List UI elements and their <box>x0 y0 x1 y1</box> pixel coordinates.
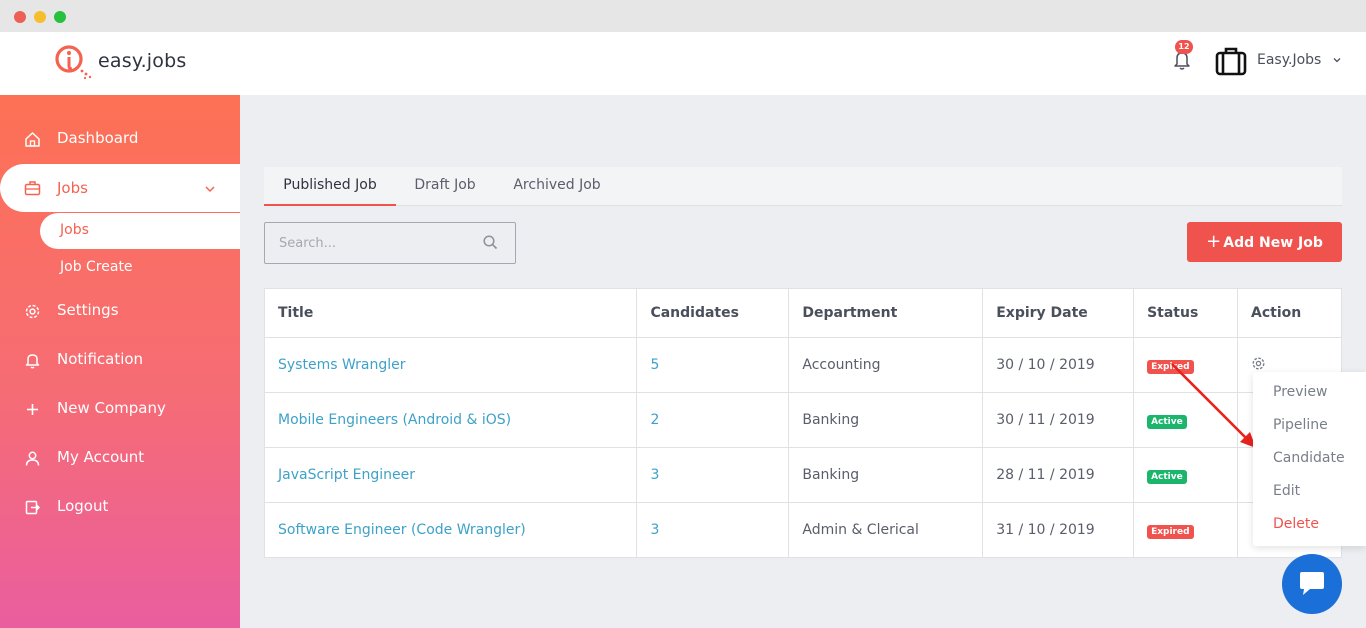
logout-icon <box>25 500 41 515</box>
sidebar-item-label: New Company <box>57 399 166 417</box>
sidebar-item-label: Notification <box>57 350 144 368</box>
user-icon <box>25 451 40 466</box>
sidebar-item-logout[interactable]: Logout <box>0 489 240 525</box>
column-header-candidates[interactable]: Candidates <box>636 288 790 338</box>
home-icon <box>25 132 40 147</box>
menu-item-edit[interactable]: Edit <box>1273 483 1300 499</box>
candidates-count-link[interactable]: 3 <box>636 502 790 558</box>
sidebar-subitem-label: Job Create <box>60 259 133 275</box>
job-title-link[interactable]: Systems Wrangler <box>263 337 638 393</box>
sidebar-item-notification[interactable]: Notification <box>0 342 240 378</box>
department-cell: Banking <box>788 392 984 448</box>
expiry-date-cell: 30 / 10 / 2019 <box>982 337 1135 393</box>
job-title-link[interactable]: JavaScript Engineer <box>263 447 638 503</box>
column-header-department[interactable]: Department <box>788 288 984 338</box>
plus-icon <box>27 404 38 415</box>
action-dropdown-menu: Preview Pipeline Candidate Edit Delete <box>1253 372 1366 546</box>
logo-text: easy.jobs <box>98 50 187 72</box>
table-row: Software Engineer (Code Wrangler) 3 Admi… <box>263 502 1342 558</box>
company-switcher[interactable]: Easy.Jobs <box>1257 52 1321 68</box>
sidebar-item-label: Settings <box>57 301 119 319</box>
status-badge: Expired <box>1147 524 1194 539</box>
add-new-job-button[interactable]: + Add New Job <box>1187 222 1342 262</box>
minimize-window-button[interactable] <box>34 11 46 23</box>
table-row: JavaScript Engineer 3 Banking 28 / 11 / … <box>263 447 1342 503</box>
sidebar-subitem-label: Jobs <box>60 222 89 238</box>
column-header-expiry-date[interactable]: Expiry Date <box>982 288 1135 338</box>
status-cell: Active <box>1133 447 1238 503</box>
top-header: easy.jobs 12 Easy.Jobs <box>0 32 1366 95</box>
candidates-count-link[interactable]: 5 <box>636 337 790 393</box>
tab-published-job[interactable]: Published Job <box>264 167 396 206</box>
bell-icon <box>25 354 40 369</box>
window-titlebar <box>0 0 1366 32</box>
candidates-count-link[interactable]: 2 <box>636 392 790 448</box>
job-title-link[interactable]: Software Engineer (Code Wrangler) <box>263 502 638 558</box>
chevron-down-icon[interactable] <box>1333 56 1341 64</box>
chevron-down-icon[interactable] <box>205 185 215 193</box>
expiry-date-cell: 31 / 10 / 2019 <box>982 502 1135 558</box>
plus-icon: + <box>1206 231 1222 252</box>
close-window-button[interactable] <box>14 11 26 23</box>
menu-item-candidate[interactable]: Candidate <box>1273 450 1345 466</box>
search-input[interactable] <box>264 222 516 264</box>
chat-bubble-icon <box>1300 572 1324 595</box>
sidebar-item-settings[interactable]: Settings <box>0 293 240 329</box>
sidebar: Dashboard Jobs Jobs Job Create Settings … <box>0 95 240 628</box>
job-title-link[interactable]: Mobile Engineers (Android & iOS) <box>263 392 638 448</box>
gear-icon <box>25 304 40 319</box>
chat-widget-button[interactable] <box>1282 554 1342 614</box>
sidebar-item-label: Dashboard <box>57 129 139 147</box>
sidebar-item-new-company[interactable]: New Company <box>0 391 240 427</box>
expiry-date-cell: 28 / 11 / 2019 <box>982 447 1135 503</box>
menu-item-pipeline[interactable]: Pipeline <box>1273 417 1328 433</box>
sidebar-subitem-jobs[interactable]: Jobs <box>40 213 240 249</box>
logo-icon[interactable] <box>54 44 92 80</box>
table-header-row: Title Candidates Department Expiry Date … <box>263 288 1342 338</box>
maximize-window-button[interactable] <box>54 11 66 23</box>
column-header-action: Action <box>1237 288 1342 338</box>
status-badge: Active <box>1147 469 1187 484</box>
sidebar-item-jobs[interactable]: Jobs <box>0 164 240 212</box>
sidebar-item-label: My Account <box>57 448 145 466</box>
tab-archived-job[interactable]: Archived Job <box>500 167 614 206</box>
sidebar-subitem-job-create[interactable]: Job Create <box>40 250 240 286</box>
status-cell: Expired <box>1133 502 1238 558</box>
sidebar-item-dashboard[interactable]: Dashboard <box>0 121 240 157</box>
notification-count-badge: 12 <box>1175 40 1193 54</box>
department-cell: Accounting <box>788 337 984 393</box>
column-header-title[interactable]: Title <box>263 288 638 338</box>
search-icon[interactable] <box>483 235 498 250</box>
menu-item-preview[interactable]: Preview <box>1273 384 1328 400</box>
job-tabs: Published Job Draft Job Archived Job <box>264 167 1342 206</box>
annotation-arrow-icon <box>1171 363 1256 448</box>
briefcase-icon[interactable] <box>1215 46 1247 76</box>
column-header-status[interactable]: Status <box>1133 288 1238 338</box>
department-cell: Banking <box>788 447 984 503</box>
sidebar-item-label: Jobs <box>57 179 88 197</box>
department-cell: Admin & Clerical <box>788 502 984 558</box>
expiry-date-cell: 30 / 11 / 2019 <box>982 392 1135 448</box>
tab-draft-job[interactable]: Draft Job <box>400 167 490 206</box>
add-new-job-label: Add New Job <box>1223 235 1323 251</box>
sidebar-item-label: Logout <box>57 497 109 515</box>
sidebar-item-my-account[interactable]: My Account <box>0 440 240 476</box>
candidates-count-link[interactable]: 3 <box>636 447 790 503</box>
menu-item-delete[interactable]: Delete <box>1273 516 1319 532</box>
briefcase-icon <box>24 181 41 196</box>
